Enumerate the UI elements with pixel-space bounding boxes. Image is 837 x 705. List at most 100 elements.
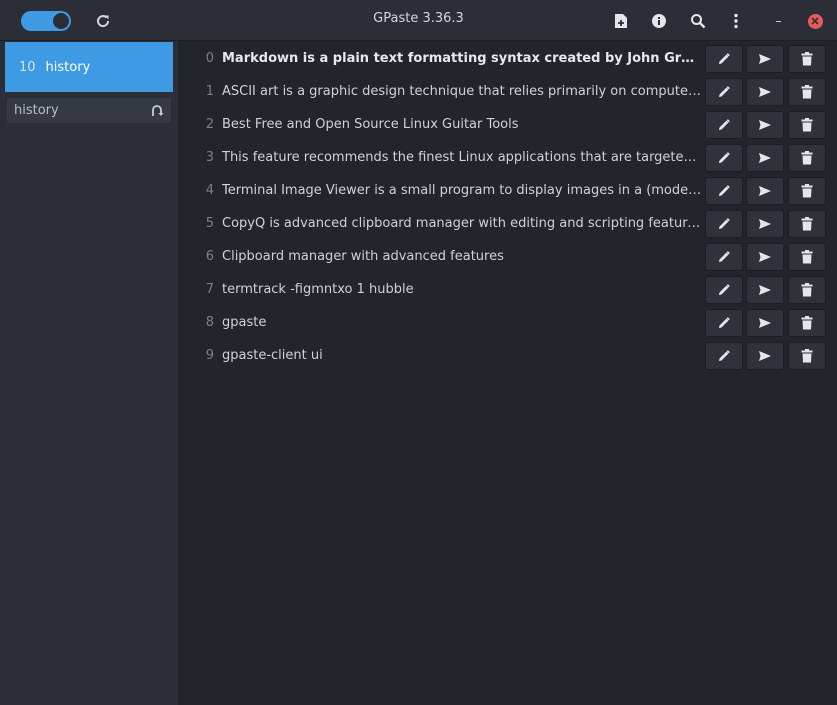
trash-icon	[801, 217, 813, 231]
item-index: 5	[205, 216, 214, 231]
paste-button[interactable]	[746, 45, 784, 73]
edit-button[interactable]	[705, 144, 743, 172]
send-icon	[758, 250, 772, 264]
delete-button[interactable]	[788, 309, 826, 337]
send-icon	[758, 85, 772, 99]
paste-button[interactable]	[746, 177, 784, 205]
history-count: 10	[19, 59, 36, 75]
item-index: 7	[205, 282, 214, 297]
trash-icon	[801, 85, 813, 99]
switch-knob	[53, 13, 69, 29]
window-title: GPaste 3.36.3	[373, 11, 464, 26]
list-item[interactable]: 5 CopyQ is advanced clipboard manager wit…	[178, 207, 837, 240]
item-index: 2	[205, 117, 214, 132]
edit-button[interactable]	[705, 243, 743, 271]
delete-button[interactable]	[788, 45, 826, 73]
paste-button[interactable]	[746, 309, 784, 337]
paste-button[interactable]	[746, 342, 784, 370]
header-bar: GPaste 3.36.3	[0, 0, 837, 41]
item-text[interactable]: This feature recommends the finest Linux…	[222, 150, 702, 165]
paste-button[interactable]	[746, 78, 784, 106]
list-item[interactable]: 2 Best Free and Open Source Linux Guitar …	[178, 108, 837, 141]
refresh-button[interactable]	[90, 8, 116, 34]
send-icon	[758, 184, 772, 198]
paste-button[interactable]	[746, 144, 784, 172]
delete-button[interactable]	[788, 276, 826, 304]
trash-icon	[801, 283, 813, 297]
close-icon	[807, 13, 823, 29]
item-text[interactable]: Markdown is a plain text formatting synt…	[222, 51, 702, 66]
delete-button[interactable]	[788, 144, 826, 172]
list-item[interactable]: 0 Markdown is a plain text formatting syn…	[178, 42, 837, 75]
delete-button[interactable]	[788, 210, 826, 238]
item-text[interactable]: gpaste	[222, 315, 702, 330]
item-text[interactable]: ASCII art is a graphic design technique …	[222, 84, 702, 99]
search-icon	[690, 13, 706, 29]
item-index: 6	[205, 249, 214, 264]
sidebar-item-history[interactable]: 10 history	[5, 42, 173, 92]
paste-button[interactable]	[746, 210, 784, 238]
minimize-button[interactable]	[765, 8, 791, 34]
item-text[interactable]: Terminal Image Viewer is a small program…	[222, 183, 702, 198]
switch-history-icon[interactable]	[149, 103, 165, 119]
edit-icon	[717, 52, 731, 66]
item-text[interactable]: Clipboard manager with advanced features	[222, 249, 702, 264]
delete-button[interactable]	[788, 342, 826, 370]
item-index: 9	[205, 348, 214, 363]
edit-button[interactable]	[705, 177, 743, 205]
search-button[interactable]	[685, 8, 711, 34]
gpaste-window: GPaste 3.36.3 10 history history 0 Markd…	[0, 0, 837, 705]
item-text[interactable]: termtrack -figmntxo 1 hubble	[222, 282, 702, 297]
edit-button[interactable]	[705, 45, 743, 73]
edit-icon	[717, 118, 731, 132]
edit-button[interactable]	[705, 78, 743, 106]
list-item[interactable]: 6 Clipboard manager with advanced feature…	[178, 240, 837, 273]
delete-button[interactable]	[788, 243, 826, 271]
history-list: 0 Markdown is a plain text formatting syn…	[178, 41, 837, 705]
edit-button[interactable]	[705, 276, 743, 304]
paste-button[interactable]	[746, 276, 784, 304]
sidebar: 10 history history	[0, 41, 178, 705]
edit-icon	[717, 316, 731, 330]
about-button[interactable]	[646, 8, 672, 34]
close-button[interactable]	[802, 8, 828, 34]
minimize-icon	[773, 16, 783, 26]
send-icon	[758, 217, 772, 231]
trash-icon	[801, 151, 813, 165]
trash-icon	[801, 316, 813, 330]
edit-button[interactable]	[705, 210, 743, 238]
new-item-button[interactable]	[608, 8, 634, 34]
paste-button[interactable]	[746, 243, 784, 271]
list-item[interactable]: 3 This feature recommends the finest Linu…	[178, 141, 837, 174]
edit-icon	[717, 283, 731, 297]
history-switcher[interactable]: history	[6, 97, 172, 124]
list-item[interactable]: 7 termtrack -figmntxo 1 hubble	[178, 273, 837, 306]
delete-button[interactable]	[788, 78, 826, 106]
item-index: 8	[205, 315, 214, 330]
send-icon	[758, 52, 772, 66]
paste-button[interactable]	[746, 111, 784, 139]
list-item[interactable]: 1 ASCII art is a graphic design technique…	[178, 75, 837, 108]
menu-button[interactable]	[723, 8, 749, 34]
item-index: 3	[205, 150, 214, 165]
item-text[interactable]: gpaste-client ui	[222, 348, 702, 363]
edit-button[interactable]	[705, 309, 743, 337]
send-icon	[758, 151, 772, 165]
item-text[interactable]: CopyQ is advanced clipboard manager with…	[222, 216, 702, 231]
trash-icon	[801, 349, 813, 363]
edit-button[interactable]	[705, 111, 743, 139]
delete-button[interactable]	[788, 177, 826, 205]
edit-button[interactable]	[705, 342, 743, 370]
edit-icon	[717, 151, 731, 165]
history-field-label: history	[14, 103, 59, 118]
history-name: history	[45, 59, 91, 75]
list-item[interactable]: 4 Terminal Image Viewer is a small progra…	[178, 174, 837, 207]
send-icon	[758, 118, 772, 132]
item-text[interactable]: Best Free and Open Source Linux Guitar T…	[222, 117, 702, 132]
list-item[interactable]: 8 gpaste	[178, 306, 837, 339]
list-item[interactable]: 9 gpaste-client ui	[178, 339, 837, 372]
trash-icon	[801, 250, 813, 264]
delete-button[interactable]	[788, 111, 826, 139]
tracking-switch[interactable]	[21, 11, 71, 31]
edit-icon	[717, 184, 731, 198]
